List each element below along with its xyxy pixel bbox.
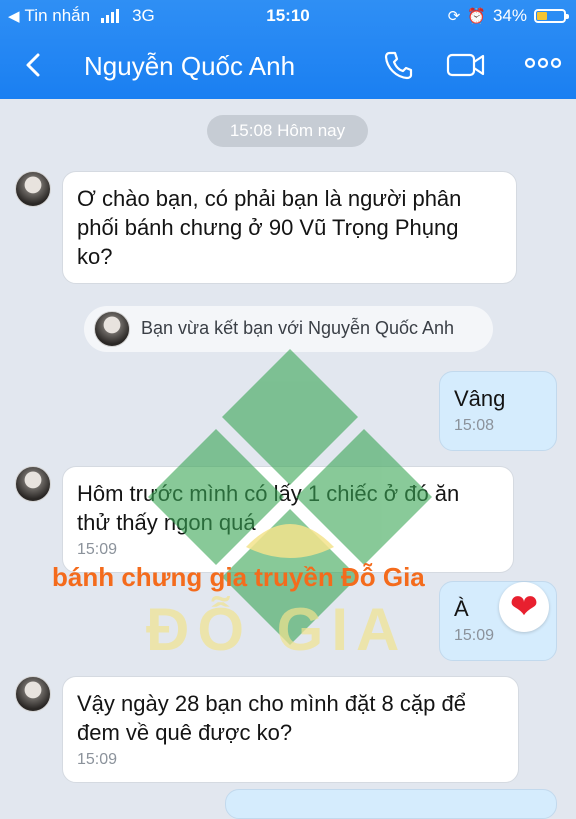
heart-reaction-icon[interactable]: ❤ [499,582,549,632]
contact-avatar[interactable] [15,676,51,712]
more-icon[interactable] [524,56,562,70]
battery-icon [534,9,569,23]
friend-added-text: Bạn vừa kết bạn với Nguyễn Quốc Anh [141,318,455,338]
back-chevron-icon[interactable] [18,50,48,80]
chat-area[interactable]: 15:08 Hôm nay Ơ chào bạn, có phải bạn là… [0,99,576,819]
message-line: Hôm trước mình có lấy 1 chiếc ở đó ăn [77,481,460,506]
alarm-icon: ⏰ [467,8,486,25]
battery-percent: 34% [492,6,527,25]
message-bubble[interactable]: Vậy ngày 28 bạn cho mình đặt 8 cặp để đe… [62,676,519,783]
contact-avatar [94,311,130,347]
message-time: 15:08 [454,417,495,434]
message-line: phối bánh chưng ở 90 Vũ Trọng Phụng [77,215,459,240]
message-time: 15:09 [77,541,118,558]
contact-avatar[interactable] [15,171,51,207]
message-line: Vậy ngày 28 bạn cho mình đặt 8 cặp để [77,691,466,716]
contact-avatar[interactable] [15,466,51,502]
message-line: đem về quê được ko? [77,720,293,745]
rotation-lock-icon: ⟳ [447,8,461,25]
message-bubble[interactable] [225,789,557,819]
message-bubble[interactable]: Vâng 15:08 [439,371,557,451]
message-time: 15:09 [77,751,118,768]
date-pill: 15:08 Hôm nay [207,115,368,147]
phone-icon[interactable] [382,49,414,81]
friend-added-note: Bạn vừa kết bạn với Nguyễn Quốc Anh [84,306,493,352]
status-right: ⟳ ⏰ 34% [447,6,569,26]
message-line: thử thấy ngon quá [77,510,256,535]
message-bubble[interactable]: Ơ chào bạn, có phải bạn là người phân ph… [62,171,517,284]
conversation-title[interactable]: Nguyễn Quốc Anh [84,51,295,82]
navbar: Nguyễn Quốc Anh [0,36,576,96]
message-line: Vâng [454,386,506,411]
header-bar: ◀ Tin nhắn 3G 15:10 ⟳ ⏰ 34% Nguyễn Quốc … [0,0,576,99]
message-line: Ơ chào bạn, có phải bạn là người phân [77,186,462,211]
watermark-logo-text: ĐỖ GIA [146,596,408,663]
message-line: ko? [77,244,113,269]
status-bar: ◀ Tin nhắn 3G 15:10 ⟳ ⏰ 34% [0,0,576,32]
message-bubble[interactable]: Hôm trước mình có lấy 1 chiếc ở đó ăn th… [62,466,514,573]
video-call-icon[interactable] [446,49,486,81]
